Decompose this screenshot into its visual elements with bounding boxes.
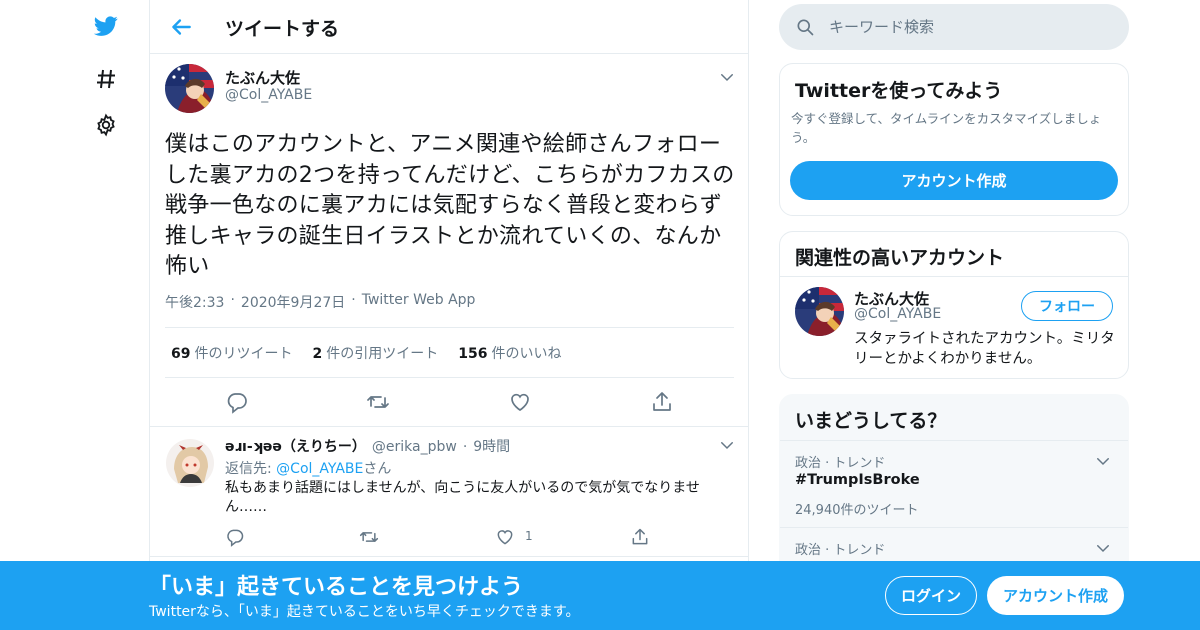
share-icon[interactable] xyxy=(650,390,674,414)
avatar[interactable] xyxy=(166,439,214,487)
card-title: いまどうしてる？ xyxy=(795,410,947,432)
like-icon[interactable] xyxy=(495,527,515,547)
separator: · xyxy=(462,439,468,455)
card-description: 今すぐ登録して、タイムラインをカスタマイズしましょう。 xyxy=(791,111,1102,145)
card-title: 関連性の高いアカウント xyxy=(795,247,1005,269)
signup-banner: 「いま」起きていることを見つけよう Twitterなら、「いま」起きていることを… xyxy=(0,561,1200,630)
login-button[interactable]: ログイン xyxy=(885,576,977,615)
create-account-button[interactable]: アカウント作成 xyxy=(790,161,1118,200)
related-accounts-card: 関連性の高いアカウント たぶん大佐 @Col_AYABE フォロー スタァライト… xyxy=(779,231,1129,379)
signup-button[interactable]: アカウント作成 xyxy=(987,576,1124,615)
search-icon xyxy=(795,17,815,37)
search-input[interactable] xyxy=(829,15,1109,39)
tweet-source[interactable]: Twitter Web App xyxy=(362,292,476,312)
follow-button[interactable]: フォロー xyxy=(1021,291,1113,321)
author-handle[interactable]: @Col_AYABE xyxy=(225,87,312,103)
trend-category: 政治 · トレンド xyxy=(795,456,886,471)
chevron-down-icon[interactable] xyxy=(1094,539,1112,557)
banner-title: 「いま」起きていることを見つけよう xyxy=(149,575,524,600)
reply-actions: 1 xyxy=(150,527,750,547)
reply-icon[interactable] xyxy=(225,527,245,547)
author-handle[interactable]: @erika_pbw xyxy=(372,439,457,455)
chevron-down-icon[interactable] xyxy=(1094,452,1112,470)
tweet-text: 僕はこのアカウントと、アニメ関連や絵師さんフォローした裏アカの2つを持ってんだけ… xyxy=(165,132,735,279)
account-handle[interactable]: @Col_AYABE xyxy=(854,306,941,322)
trend-category: 政治 · トレンド xyxy=(795,543,886,558)
avatar[interactable] xyxy=(795,287,844,336)
card-title: Twitterを使ってみよう xyxy=(795,80,1003,102)
retweet-icon[interactable] xyxy=(359,527,379,547)
tweet-date[interactable]: 2020年9月27日 xyxy=(241,292,345,312)
gear-icon[interactable] xyxy=(92,111,120,139)
divider xyxy=(780,276,1128,277)
share-icon[interactable] xyxy=(630,527,650,547)
tweet-meta: 午後2:33 · 2020年9月27日 · Twitter Web App xyxy=(165,292,475,312)
reply-header: ǝɹı-ʞǝǝ（えりちー） @erika_pbw · 9時間 xyxy=(225,436,510,456)
likes-stat[interactable]: 156 件のいいね xyxy=(458,343,561,363)
trend-count: 24,940件のツイート xyxy=(795,503,919,518)
like-icon[interactable] xyxy=(508,390,532,414)
chevron-down-icon[interactable] xyxy=(718,68,736,86)
like-count: 1 xyxy=(525,529,533,543)
main-column: ツイートする たぶん大佐 @Col_AYABE 僕はこのアカウントと、アニメ関連… xyxy=(149,0,749,630)
page-header: ツイートする xyxy=(150,0,748,54)
retweets-stat[interactable]: 69 件のリツイート xyxy=(171,343,292,363)
mention-link[interactable]: @Col_AYABE xyxy=(276,461,363,477)
hashtag-icon[interactable] xyxy=(92,65,120,93)
signup-card: Twitterを使ってみよう 今すぐ登録して、タイムラインをカスタマイズしましょ… xyxy=(779,63,1129,216)
tweet-actions xyxy=(150,390,750,414)
avatar[interactable] xyxy=(165,64,214,113)
retweet-icon[interactable] xyxy=(366,390,390,414)
page-title: ツイートする xyxy=(225,18,340,40)
separator: · xyxy=(230,292,235,308)
replying-to: 返信先: @Col_AYABEさん xyxy=(225,461,392,477)
trend-item[interactable]: 政治 · トレンド #TrumpIsBroke 24,940件のツイート xyxy=(780,440,1128,527)
focused-tweet: たぶん大佐 @Col_AYABE 僕はこのアカウントと、アニメ関連や絵師さんフォ… xyxy=(150,54,748,427)
reply-tweet[interactable]: ǝɹı-ʞǝǝ（えりちー） @erika_pbw · 9時間 返信先: @Col… xyxy=(150,427,748,557)
author-name[interactable]: たぶん大佐 xyxy=(225,67,300,88)
reply-text: 私もあまり話題にはしませんが、向こうに友人がいるので気が気でなりません…… xyxy=(225,480,700,515)
tweet-time[interactable]: 午後2:33 xyxy=(165,292,224,312)
separator: · xyxy=(351,292,356,308)
banner-subtitle: Twitterなら、「いま」起きていることをいち早くチェックできます。 xyxy=(149,604,580,620)
reply-icon[interactable] xyxy=(225,390,249,414)
quotes-stat[interactable]: 2 件の引用ツイート xyxy=(312,343,438,363)
search-box xyxy=(779,4,1129,50)
trend-name[interactable]: #TrumpIsBroke xyxy=(795,472,920,488)
chevron-down-icon[interactable] xyxy=(718,436,736,454)
account-bio: スタァライトされたアカウント。ミリタリーとかよくわかりません。 xyxy=(854,331,1115,367)
tweet-stats: 69 件のリツイート 2 件の引用ツイート 156 件のいいね xyxy=(165,327,734,378)
back-arrow-icon[interactable] xyxy=(168,14,194,40)
reply-time[interactable]: 9時間 xyxy=(473,436,510,456)
twitter-bird-icon[interactable] xyxy=(92,12,120,40)
author-name[interactable]: ǝɹı-ʞǝǝ（えりちー） xyxy=(225,436,366,456)
